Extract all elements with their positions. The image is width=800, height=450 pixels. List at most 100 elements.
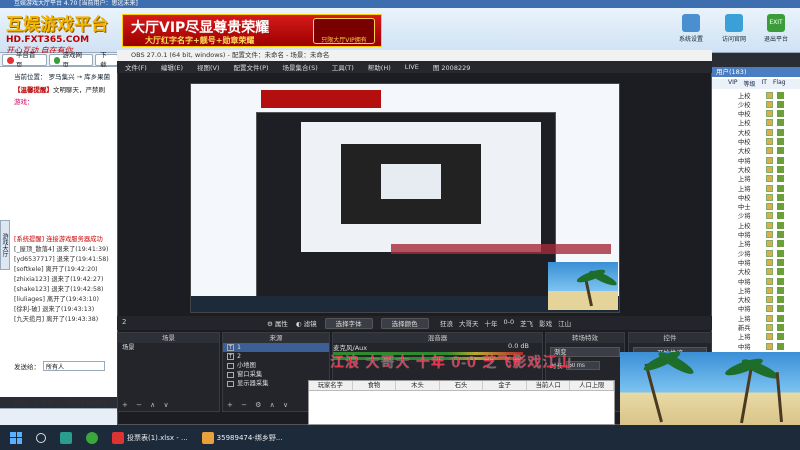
level-icon [766, 119, 773, 127]
menu-scene-collection[interactable]: 场景集合(S) [283, 62, 318, 72]
banner-title: 大厅VIP尽显尊贵荣耀 [131, 20, 270, 36]
flag-icon [777, 240, 784, 248]
host-title-bar: 互娱游戏大厅平台 4.70 [当前用户：思远未来] [0, 0, 800, 8]
choose-color-button[interactable]: 选择颜色 [380, 317, 429, 329]
sources-dock-controls[interactable]: + − ⚙ ∧ ∨ [227, 401, 291, 409]
globe-icon [53, 56, 61, 64]
host-left-pane [0, 67, 120, 397]
visit-website-button[interactable]: 访问官网 [716, 14, 752, 50]
user-rank: 上校 [738, 120, 751, 128]
menu-live[interactable]: LIVE [405, 63, 419, 71]
user-rank: 上校 [738, 222, 751, 230]
user-rank: 中校 [738, 139, 751, 146]
menu-edit[interactable]: 编辑(E) [161, 62, 183, 72]
menu-tools[interactable]: 工具(T) [332, 62, 354, 72]
windows-start-icon[interactable] [10, 431, 22, 444]
chat-line: [zhixia123] 退来了(19:42:27) [14, 276, 104, 283]
banner-badge: 只限大厅VIP拥有 [313, 18, 375, 44]
tab-game-web[interactable]: 游戏网页 [48, 51, 94, 69]
text-marquee: 狂浪 大哥天 十年 0-0 芝飞 影戏 江山 [440, 318, 572, 328]
logo-title: 互娱游戏平台 [6, 15, 108, 35]
level-icon [766, 249, 773, 257]
flag-icon [777, 333, 784, 341]
user-rank: 中将 [738, 232, 751, 239]
menu-extra[interactable]: 图 2008229 [433, 62, 471, 72]
sources-dock-title: 来源 [223, 333, 329, 343]
properties-button[interactable]: ⚙ 属性 [267, 318, 288, 328]
level-icon [766, 100, 773, 108]
flag-icon [777, 305, 784, 313]
scenes-dock-title: 场景 [118, 333, 219, 343]
banner-subtitle: 大厅红字名字+靓号+勋章荣耀 [145, 36, 255, 45]
resource-table: 玩家名字 食物 木头 石头 金子 当前人口 人口上限 [308, 380, 615, 425]
wechat-icon [86, 431, 98, 444]
image-source-icon [227, 362, 234, 369]
search-icon[interactable] [36, 432, 46, 443]
flag-icon [777, 91, 784, 99]
home-icon [7, 56, 14, 64]
tips-text: 提示：+ 加据乐「游戏已经运行 [14, 399, 107, 407]
logo-url: HD.FXT365.COM [6, 35, 90, 45]
flag-icon [777, 231, 784, 238]
user-list-title: 用户(183) [708, 67, 800, 77]
menu-help[interactable]: 帮助(H) [368, 62, 391, 72]
tab-platform-home[interactable]: 平台首页 [2, 51, 47, 69]
choose-font-button[interactable]: 选择字体 [324, 317, 373, 329]
tab-download[interactable]: 下载 [95, 51, 118, 69]
exit-platform-button[interactable]: EXIT 退出平台 [758, 14, 794, 50]
flag-icon [777, 268, 784, 276]
preview-banner [261, 90, 381, 108]
source-item[interactable]: T2 [223, 352, 329, 361]
source-item[interactable]: 窗口采集 [223, 370, 329, 379]
user-rank: 中士 [738, 204, 751, 212]
filter-button[interactable]: ◐ 滤镜 [296, 318, 317, 328]
source-item[interactable]: 小地图 [223, 361, 329, 370]
chat-line: [_屋顶_散落4] 退来了(19:41:39) [14, 246, 109, 253]
chat-line: [yd6537717] 退来了(19:41:58) [14, 256, 109, 263]
notice: 【温馨提醒】文明聊天，严禁刷 [14, 84, 105, 94]
user-rank: 中校 [738, 194, 751, 202]
source-item[interactable]: T1 [223, 343, 329, 352]
taskbar-wps[interactable]: 投票表(1).xlsx - ... [112, 431, 188, 444]
beach-image-small [548, 262, 618, 310]
text-source-icon: T [227, 344, 234, 351]
taskbar-game[interactable]: 35989474-绑乡野... [201, 431, 283, 444]
vip-banner[interactable]: 大厅VIP尽显尊贵荣耀 大厅红字名字+靓号+勋章荣耀 只限大厅VIP拥有 [122, 14, 382, 47]
host-footer [0, 408, 120, 425]
menu-profile[interactable]: 配置文件(P) [234, 62, 269, 72]
user-rank: 上校 [738, 92, 751, 100]
level-icon [766, 193, 773, 201]
level-icon [766, 342, 773, 350]
scenes-dock-controls[interactable]: + − ∧ ∨ [122, 401, 172, 409]
host-logo: 互娱游戏平台 HD.FXT365.COM 开心互动 自在有你 [6, 10, 126, 55]
flag-icon [777, 193, 784, 201]
user-rank: 中将 [738, 157, 751, 165]
scene-item[interactable]: 场景 [118, 343, 219, 352]
send-to-label: 发送给： [14, 363, 40, 371]
chat-line: [系统提醒] 连接游戏服务器成功 [14, 236, 103, 243]
taskbar-edge[interactable] [60, 431, 72, 444]
flag-icon [777, 165, 784, 173]
level-icon [766, 305, 773, 313]
menu-file[interactable]: 文件(F) [125, 62, 147, 72]
menu-view[interactable]: 视图(V) [197, 62, 220, 72]
exit-icon: EXIT [767, 14, 785, 32]
flag-icon [777, 324, 784, 331]
vertical-tab-game-hall[interactable]: 游戏大厅 [0, 220, 10, 270]
flag-icon [777, 100, 784, 108]
transitions-dock-title: 转场特效 [546, 333, 624, 343]
system-settings-button[interactable]: 系统设置 [673, 14, 709, 50]
send-to-field[interactable] [43, 361, 105, 371]
flag-icon [777, 212, 784, 220]
obs-source-toolbar: ⚙ 属性 ◐ 滤镜 选择字体 选择颜色 [117, 316, 712, 330]
chat-line: [徐利-破] 退来了(19:43:13) [14, 306, 95, 313]
flag-icon [777, 110, 784, 118]
user-rank: 上将 [738, 287, 751, 295]
level-icon [766, 296, 773, 304]
level-icon [766, 156, 773, 164]
flag-icon [777, 156, 784, 164]
level-icon [766, 203, 773, 211]
chat-line: [九天揽月] 离开了(19:43:38) [14, 316, 99, 323]
game-label: 游戏： [14, 98, 34, 106]
taskbar-wechat[interactable] [86, 431, 98, 444]
